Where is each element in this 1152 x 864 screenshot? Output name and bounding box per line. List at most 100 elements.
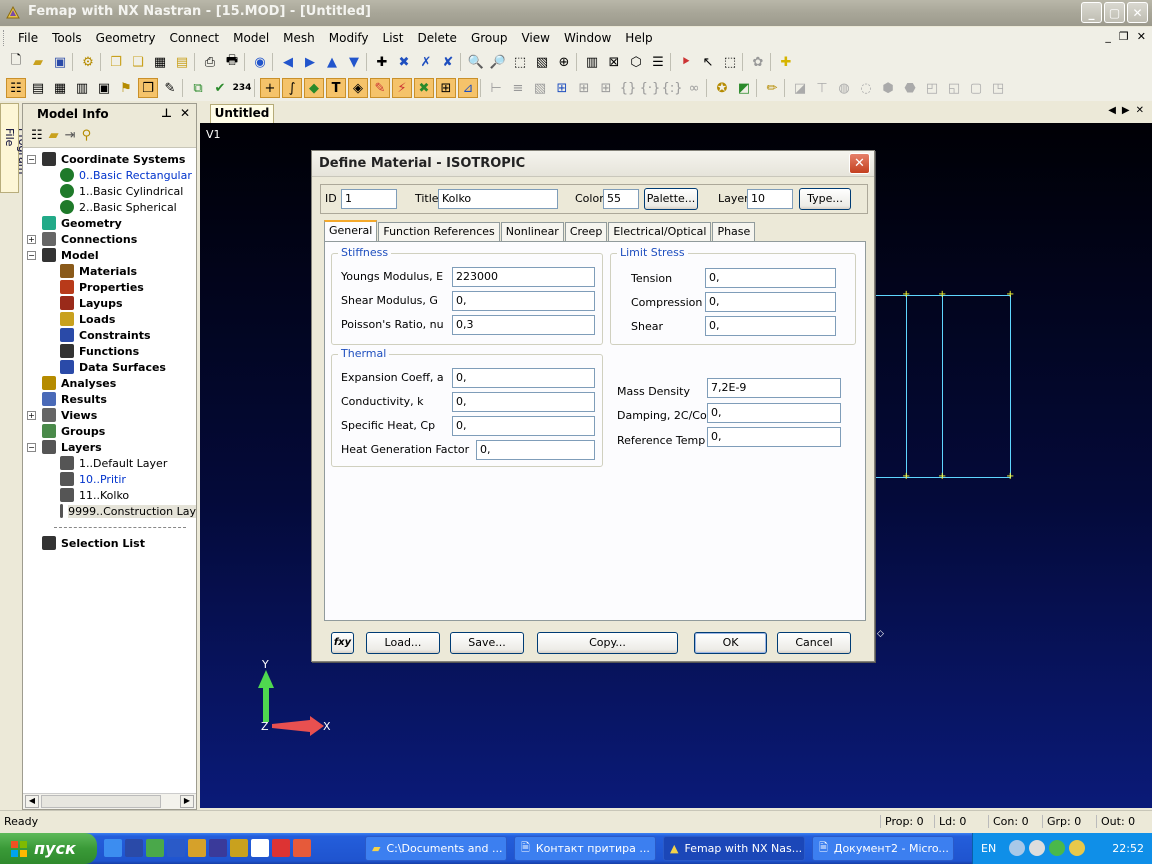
point-icon[interactable]: +: [260, 78, 280, 98]
shape-7-icon[interactable]: ◰: [922, 78, 942, 98]
messages-icon[interactable]: ▣: [94, 78, 114, 98]
tree-item[interactable]: + Connections: [23, 231, 196, 247]
align-left-icon[interactable]: ⊢: [486, 78, 506, 98]
tree-item[interactable]: Data Surfaces: [23, 359, 196, 375]
expand-icon[interactable]: +: [27, 234, 36, 244]
menu-connect[interactable]: Connect: [170, 31, 220, 45]
layers-toolbar-icon[interactable]: ☰: [648, 52, 668, 72]
damping-field[interactable]: 0,: [707, 403, 841, 423]
tree-item[interactable]: 11..Kolko: [23, 487, 196, 503]
zoom-window-icon[interactable]: ⬚: [510, 52, 530, 72]
pencil-icon[interactable]: ✏: [762, 78, 782, 98]
shear-stress-field[interactable]: 0,: [705, 316, 836, 336]
model-tools-icon[interactable]: ⚙: [78, 52, 98, 72]
tree-item[interactable]: − Model: [23, 247, 196, 263]
rotate-view-icon[interactable]: ◉: [250, 52, 270, 72]
program-file-side-tab[interactable]: Program File: [0, 103, 29, 193]
task-kontakt[interactable]: 🗎 Контакт притира ...: [514, 836, 656, 861]
load-button[interactable]: Load...: [366, 632, 440, 654]
tree-expand-icon[interactable]: ⇥: [65, 128, 76, 143]
pin-icon[interactable]: ⊥: [161, 106, 172, 120]
braces-icon[interactable]: {}: [618, 78, 638, 98]
collapse-icon[interactable]: −: [27, 442, 36, 452]
center-icon[interactable]: ✚: [372, 52, 392, 72]
tree-item[interactable]: 10..Pritir: [23, 471, 196, 487]
shape-1-icon[interactable]: ◪: [790, 78, 810, 98]
copy-button[interactable]: Copy...: [537, 632, 678, 654]
opera-icon[interactable]: [272, 839, 290, 857]
node-tb-icon[interactable]: ⊿: [458, 78, 478, 98]
align-icon[interactable]: ≡: [508, 78, 528, 98]
model-tree-scrollbar[interactable]: ◀ ▶: [23, 793, 196, 809]
mesh-toolbar-icon[interactable]: ⧉: [188, 78, 208, 98]
quicklaunch-icon-6[interactable]: [209, 839, 227, 857]
tray-volume-icon[interactable]: [1029, 840, 1045, 856]
tree-item[interactable]: Properties: [23, 279, 196, 295]
youngs-modulus-field[interactable]: 223000: [452, 267, 595, 287]
ok-button[interactable]: OK: [694, 632, 767, 654]
mdi-restore-button[interactable]: ❐: [1119, 30, 1129, 43]
pan-up-icon[interactable]: ▲: [322, 52, 342, 72]
menu-file[interactable]: File: [18, 31, 38, 45]
zoom-fit-icon[interactable]: ▧: [532, 52, 552, 72]
menu-window[interactable]: Window: [564, 31, 611, 45]
close-button[interactable]: ✕: [1127, 2, 1148, 23]
redraw-icon[interactable]: ⊠: [604, 52, 624, 72]
femap-launch-icon[interactable]: [188, 839, 206, 857]
view-options-icon[interactable]: ⊕: [554, 52, 574, 72]
solid-icon[interactable]: ◈: [348, 78, 368, 98]
menu-delete[interactable]: Delete: [418, 31, 457, 45]
mdi-minimize-button[interactable]: _: [1105, 30, 1111, 43]
quicklaunch-icon-2[interactable]: [125, 839, 143, 857]
grid-gray-icon[interactable]: ⊞: [574, 78, 594, 98]
tree-item[interactable]: Layups: [23, 295, 196, 311]
tray-network-icon[interactable]: [1009, 840, 1025, 856]
tree-options-icon[interactable]: ☷: [31, 128, 43, 143]
check-mesh-icon[interactable]: ✔: [210, 78, 230, 98]
text-icon[interactable]: T: [326, 78, 346, 98]
minimize-button[interactable]: _: [1081, 2, 1102, 23]
id-field[interactable]: 1: [341, 189, 397, 209]
quicklaunch-icon-4[interactable]: [167, 839, 185, 857]
shear-modulus-field[interactable]: 0,: [452, 291, 595, 311]
menu-model[interactable]: Model: [233, 31, 269, 45]
save-disk-icon[interactable]: ▣: [50, 52, 70, 72]
shape-5-icon[interactable]: ⬢: [878, 78, 898, 98]
scroll-left-icon[interactable]: ◀: [25, 795, 39, 808]
tree-item[interactable]: Functions: [23, 343, 196, 359]
entity-editor-icon[interactable]: ▦: [50, 78, 70, 98]
word-icon[interactable]: [251, 839, 269, 857]
tree-item[interactable]: 0..Basic Rectangular: [23, 167, 196, 183]
language-indicator[interactable]: EN: [981, 842, 996, 855]
dialog-close-icon[interactable]: ✕: [849, 153, 870, 174]
surface-icon[interactable]: ◆: [304, 78, 324, 98]
tab-electrical-optical[interactable]: Electrical/Optical: [608, 222, 712, 241]
edit-icon[interactable]: ✎: [160, 78, 180, 98]
material-tb-icon[interactable]: ✎: [370, 78, 390, 98]
title-field[interactable]: Kolko: [438, 189, 558, 209]
copy-icon[interactable]: ❐: [106, 52, 126, 72]
model-info-toggle-icon[interactable]: ☷: [6, 78, 26, 98]
zoom-in-icon[interactable]: 🔍: [466, 52, 486, 72]
task-femap[interactable]: ▲ Femap with NX Nas...: [663, 836, 805, 861]
specific-heat-field[interactable]: 0,: [452, 416, 595, 436]
pick-icon[interactable]: ↖: [698, 52, 718, 72]
tree-item[interactable]: − Layers: [23, 439, 196, 455]
tree-item[interactable]: Geometry: [23, 215, 196, 231]
task-document2[interactable]: 🗎 Документ2 - Micro...: [812, 836, 954, 861]
view-select-icon[interactable]: ▥: [582, 52, 602, 72]
menu-group[interactable]: Group: [471, 31, 508, 45]
menu-tools[interactable]: Tools: [52, 31, 82, 45]
scroll-thumb[interactable]: [41, 795, 161, 808]
tab-nonlinear[interactable]: Nonlinear: [500, 222, 564, 241]
tree-item[interactable]: 1..Basic Cylindrical: [23, 183, 196, 199]
pan-right-icon[interactable]: ▶: [300, 52, 320, 72]
tree-item[interactable]: Constraints: [23, 327, 196, 343]
meshing-toolbox-icon[interactable]: ▥: [72, 78, 92, 98]
shape-4-icon[interactable]: ◌: [856, 78, 876, 98]
print-icon[interactable]: 🖶: [222, 52, 242, 72]
expand-icon[interactable]: +: [27, 410, 36, 420]
expansion-coeff-field[interactable]: 0,: [452, 368, 595, 388]
paste-icon[interactable]: ❑: [128, 52, 148, 72]
tray-nvidia-icon[interactable]: [1049, 840, 1065, 856]
